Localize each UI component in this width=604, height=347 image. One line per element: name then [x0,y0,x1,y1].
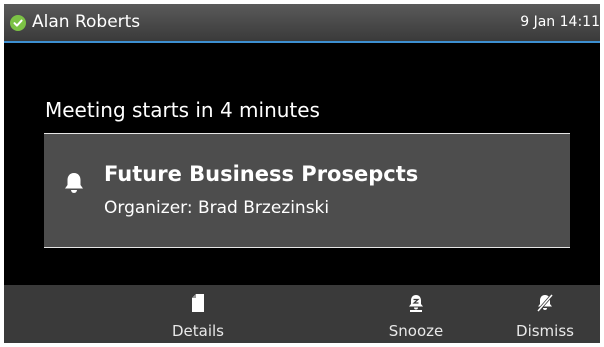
snooze-label: Snooze [388,322,444,340]
date-time: 9 Jan 14:11 [520,14,600,30]
dismiss-label: Dismiss [516,322,574,340]
meeting-card[interactable]: Future Business Prosepcts Organizer: Bra… [44,134,570,247]
divider [44,247,570,248]
details-label: Details [171,322,224,340]
snooze-bell-icon [361,293,471,313]
reminder-title: Meeting starts in 4 minutes [45,98,320,122]
presence-available-icon [10,15,26,31]
snooze-softkey[interactable]: Snooze [361,285,471,343]
meeting-organizer: Organizer: Brad Brzezinski [104,198,330,218]
user-name: Alan Roberts [32,12,141,32]
bell-off-icon [490,293,600,313]
date: 9 Jan [520,14,556,30]
softkey-bar: Details Snooze Dismiss [4,285,600,343]
bell-icon [63,171,85,195]
document-icon [143,293,253,313]
details-softkey[interactable]: Details [143,285,253,343]
meeting-subject: Future Business Prosepcts [104,162,419,186]
dismiss-softkey[interactable]: Dismiss [490,285,600,343]
status-bar: Alan Roberts 9 Jan 14:11 [4,4,600,43]
phone-screen: Alan Roberts 9 Jan 14:11 Meeting starts … [4,4,600,343]
time: 14:11 [559,14,600,30]
